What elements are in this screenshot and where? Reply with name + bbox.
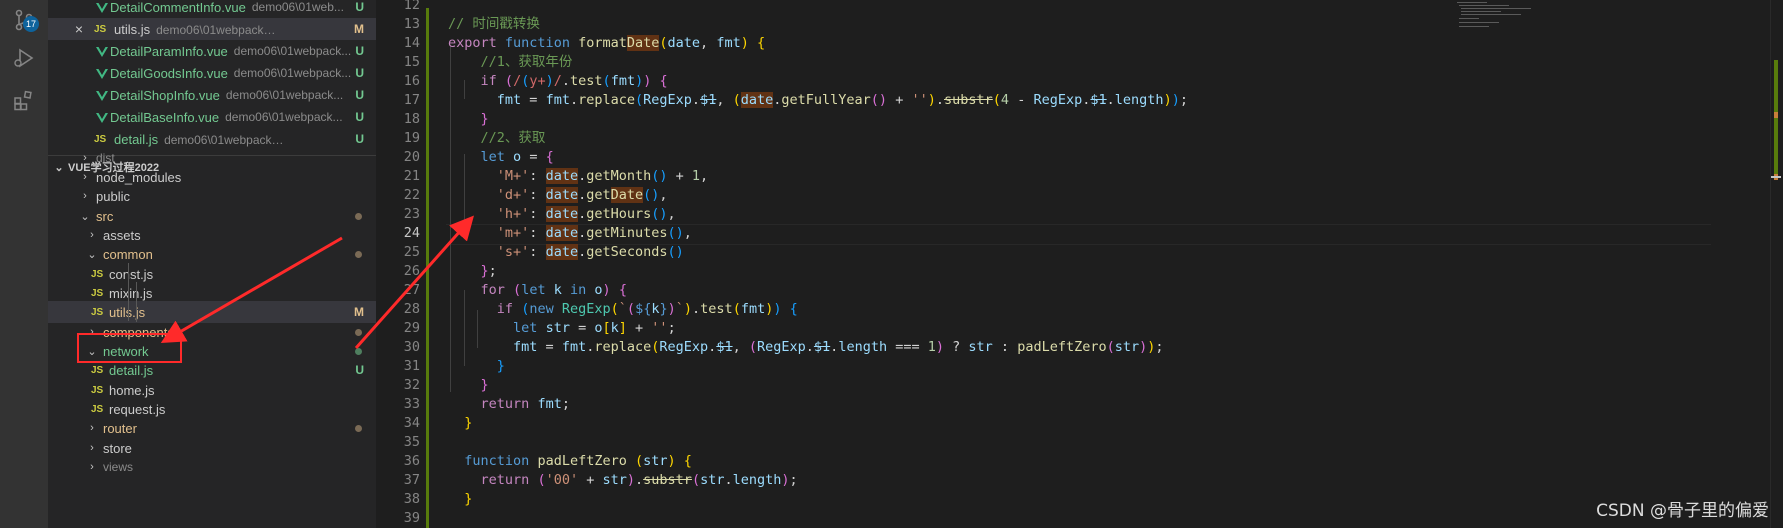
annotation-overlay	[77, 215, 474, 363]
annotation-arrow	[160, 236, 343, 344]
annotation-arrow	[354, 215, 474, 349]
watermark: CSDN @骨子里的偏爱	[1596, 501, 1769, 521]
highlight-box	[77, 333, 182, 363]
